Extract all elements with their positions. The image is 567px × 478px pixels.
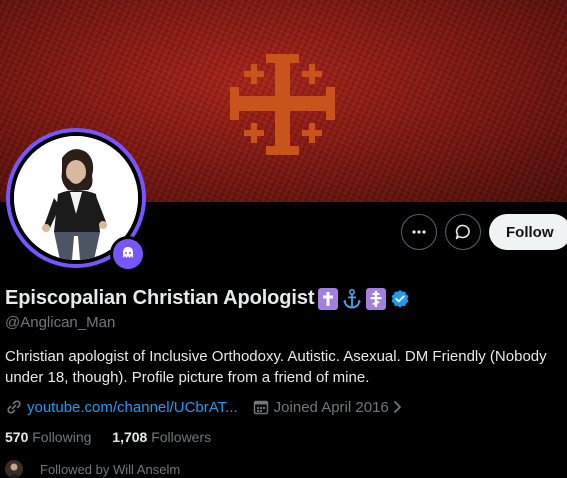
followed-by[interactable]: Followed by Will Anselm [5, 460, 180, 478]
more-options-button[interactable] [401, 214, 437, 250]
followers-label: Followers [151, 429, 212, 445]
followers-count: 1,708 [112, 429, 148, 445]
following-stat[interactable]: 570 Following [5, 429, 91, 445]
follow-button[interactable]: Follow [489, 214, 567, 250]
follow-stats: 570 Following 1,708 Followers [5, 429, 211, 445]
profile-handle: @Anglican_Man [5, 314, 116, 331]
profile-name: Episcopalian Christian Apologist [5, 287, 315, 309]
anchor-icon [342, 288, 362, 310]
subscriber-badge-icon [110, 236, 146, 272]
followers-stat[interactable]: 1,708 Followers [112, 429, 211, 445]
following-count: 570 [5, 429, 29, 445]
link-icon [5, 398, 23, 416]
verified-badge-icon[interactable] [390, 289, 410, 309]
follower-avatar [5, 460, 23, 478]
jerusalem-cross-icon [230, 54, 335, 155]
profile-bio: Christian apologist of Inclusive Orthodo… [5, 348, 547, 386]
following-label: Following [32, 429, 92, 445]
followed-by-text: Followed by Will Anselm [40, 461, 181, 477]
profile-website-link[interactable]: youtube.com/channel/UCbrAT... [27, 399, 238, 416]
message-icon [455, 224, 470, 240]
profile-meta: youtube.com/channel/UCbrAT... Joined Apr… [5, 398, 405, 416]
latin-cross-icon [318, 287, 339, 310]
orthodox-cross-icon [366, 287, 387, 310]
joined-date: Joined April 2016 [273, 398, 389, 416]
profile-name-row: Episcopalian Christian Apologist [5, 287, 410, 310]
chevron-right-icon[interactable] [391, 399, 405, 415]
calendar-icon [252, 398, 270, 416]
more-horizontal-icon [412, 230, 426, 234]
message-button[interactable] [445, 214, 481, 250]
